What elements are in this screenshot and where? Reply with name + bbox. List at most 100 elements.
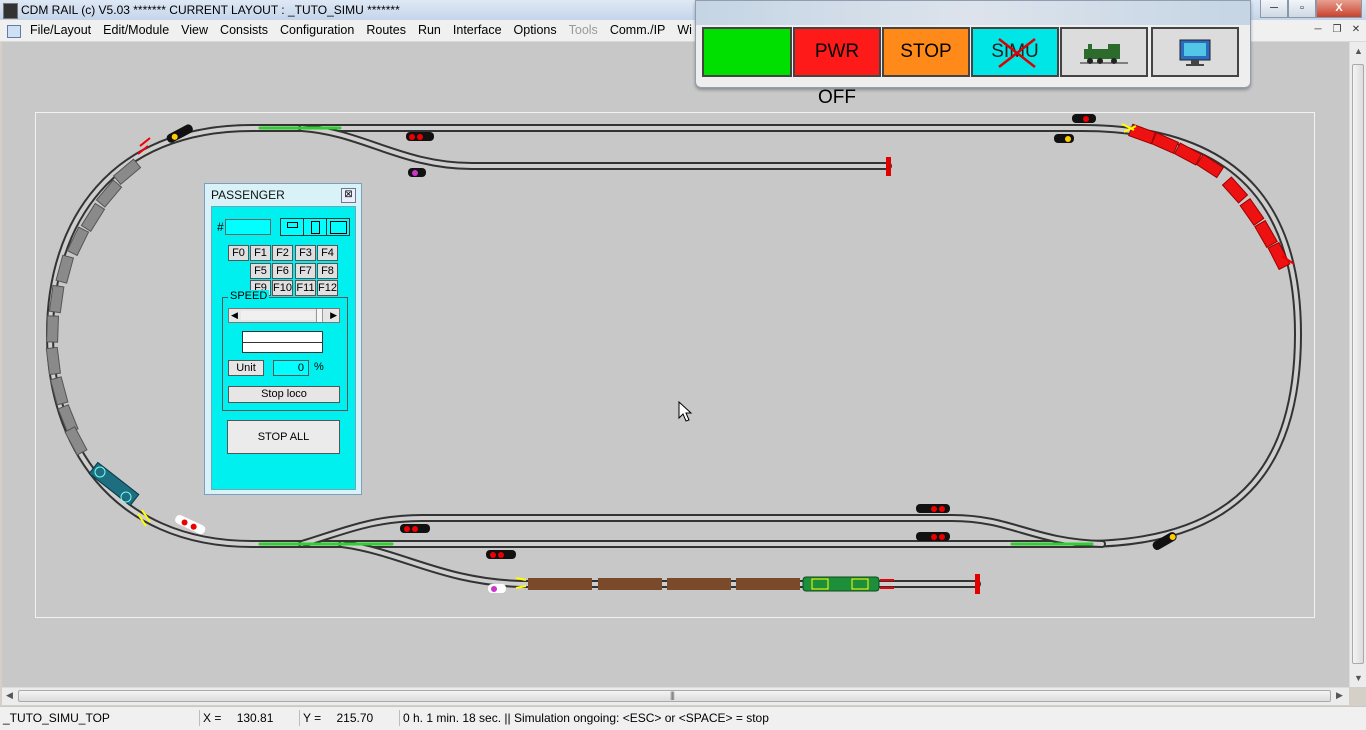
red-train[interactable]	[1128, 123, 1291, 271]
mdi-controls: ─ ❐ ✕	[1307, 22, 1364, 37]
address-input[interactable]	[225, 219, 271, 235]
maximize-button[interactable]: ▫	[1288, 0, 1316, 18]
window-controls: ─ ▫ X	[1260, 0, 1362, 18]
scroll-left-icon[interactable]: ◀	[6, 690, 13, 701]
vertical-scroll-thumb[interactable]	[1352, 64, 1364, 664]
mdi-restore-button[interactable]: ❐	[1329, 22, 1345, 37]
function-key-f10[interactable]: F10	[272, 280, 293, 296]
signal[interactable]	[406, 132, 434, 141]
function-key-f4[interactable]: F4	[317, 245, 338, 261]
mdi-window-icon[interactable]	[7, 25, 21, 38]
speed-group: SPEED ◀ ▶ Unit 0 % Stop loco	[222, 290, 348, 411]
status-y-value: 215.70	[336, 711, 374, 725]
signal[interactable]	[916, 532, 950, 541]
window-title: CDM RAIL (c) V5.03 ******* CURRENT LAYOU…	[21, 3, 400, 17]
menu-configuration[interactable]: Configuration	[280, 20, 360, 41]
scroll-grip-icon: |||	[670, 690, 675, 700]
signal[interactable]	[400, 524, 430, 533]
menu-interface[interactable]: Interface	[453, 20, 508, 41]
top-siding-track[interactable]	[298, 124, 892, 170]
scroll-down-icon[interactable]: ▼	[1354, 673, 1363, 683]
signal[interactable]	[408, 168, 426, 177]
buffer-stop	[886, 157, 891, 176]
app-icon	[3, 3, 18, 19]
buffer-stop	[975, 574, 980, 594]
menu-tools[interactable]: Tools	[569, 20, 604, 41]
function-key-f3[interactable]: F3	[295, 245, 316, 261]
view-small-icon[interactable]	[281, 219, 304, 235]
function-key-f6[interactable]: F6	[272, 263, 293, 279]
menu-routes[interactable]: Routes	[366, 20, 412, 41]
status-y: Y = 215.70	[300, 710, 400, 726]
address-hash: #	[217, 220, 224, 234]
locomotive-button[interactable]	[1060, 27, 1148, 77]
function-key-f5[interactable]: F5	[250, 263, 271, 279]
pwr-off-label: PWR OFF	[814, 41, 860, 108]
mdi-minimize-button[interactable]: ─	[1310, 22, 1326, 37]
close-icon[interactable]: ⊠	[341, 188, 356, 203]
menu-consists[interactable]: Consists	[220, 20, 274, 41]
signal[interactable]	[488, 584, 506, 593]
mouse-cursor-icon	[678, 401, 692, 422]
power-on-button[interactable]	[702, 27, 792, 77]
menu-options[interactable]: Options	[514, 20, 563, 41]
signal[interactable]	[916, 504, 950, 513]
close-button[interactable]: X	[1316, 0, 1362, 18]
status-x-label: X =	[203, 711, 222, 725]
scroll-right-icon[interactable]: ▶	[1336, 690, 1343, 701]
signal[interactable]	[486, 550, 516, 559]
freight-train[interactable]	[528, 576, 880, 592]
vertical-scrollbar[interactable]: ▲ ▼	[1349, 42, 1366, 687]
function-key-f2[interactable]: F2	[272, 245, 293, 261]
pwr-off-button[interactable]: PWR OFF	[793, 27, 881, 108]
control-toolbar: PWR OFF STOP SIMU	[695, 0, 1251, 108]
speed-unit: %	[314, 361, 324, 373]
function-key-f11[interactable]: F11	[295, 280, 316, 296]
mdi-close-button[interactable]: ✕	[1348, 22, 1364, 37]
simu-cross-icon	[998, 38, 1036, 68]
view-large-icon[interactable]	[327, 219, 349, 235]
status-x-value: 130.81	[236, 711, 274, 725]
signal[interactable]	[1054, 134, 1074, 143]
function-key-f0[interactable]: F0	[228, 245, 249, 261]
horizontal-scroll-thumb[interactable]	[18, 690, 1331, 702]
unit-button[interactable]: Unit	[228, 360, 264, 376]
menu-items: File/Layout Edit/Module View Consists Co…	[30, 20, 704, 41]
speed-value: 0	[273, 360, 309, 376]
toolbar-background	[696, 1, 1250, 25]
stop-label: STOP	[900, 41, 952, 62]
throttle-body: # F0 F1 F2 F3 F4 F5 F6 F7 F8 F9 F10 F11 …	[211, 206, 356, 490]
menu-file-layout[interactable]: File/Layout	[30, 20, 97, 41]
steam-loco-icon	[1080, 44, 1128, 64]
minimize-button[interactable]: ─	[1260, 0, 1288, 18]
scroll-up-icon[interactable]: ▲	[1354, 46, 1363, 56]
menu-comm-ip[interactable]: Comm./IP	[610, 20, 672, 41]
slider-left-icon[interactable]: ◀	[231, 309, 238, 322]
status-bar: _TUTO_SIMU_TOP X = 130.81 Y = 215.70 0 h…	[0, 706, 1366, 730]
throttle-panel: PASSENGER ⊠ # F0 F1 F2 F3 F4 F5 F6 F7 F8…	[204, 183, 362, 495]
speed-indicator	[242, 331, 323, 353]
status-message: 0 h. 1 min. 18 sec. || Simulation ongoin…	[403, 711, 769, 725]
gray-train[interactable]	[45, 158, 142, 456]
menu-edit-module[interactable]: Edit/Module	[103, 20, 175, 41]
stop-all-button[interactable]: STOP ALL	[227, 420, 340, 454]
menu-run[interactable]: Run	[418, 20, 447, 41]
stop-loco-button[interactable]: Stop loco	[228, 386, 340, 403]
function-key-f8[interactable]: F8	[317, 263, 338, 279]
slider-right-icon[interactable]: ▶	[330, 309, 337, 322]
speed-slider[interactable]: ◀ ▶	[228, 308, 340, 323]
throttle-title: PASSENGER	[211, 188, 285, 202]
function-key-f7[interactable]: F7	[295, 263, 316, 279]
menu-view[interactable]: View	[181, 20, 214, 41]
monitor-button[interactable]	[1151, 27, 1239, 77]
function-key-f12[interactable]: F12	[317, 280, 338, 296]
speed-title: SPEED	[228, 290, 270, 302]
status-x: X = 130.81	[200, 710, 300, 726]
stop-button[interactable]: STOP	[882, 27, 970, 77]
slider-thumb[interactable]	[316, 309, 323, 322]
simu-button[interactable]: SIMU	[971, 27, 1059, 77]
view-medium-icon[interactable]	[304, 219, 327, 235]
function-key-f1[interactable]: F1	[250, 245, 271, 261]
horizontal-scrollbar[interactable]: ◀ ||| ▶	[2, 687, 1349, 705]
signal[interactable]	[1072, 114, 1096, 123]
